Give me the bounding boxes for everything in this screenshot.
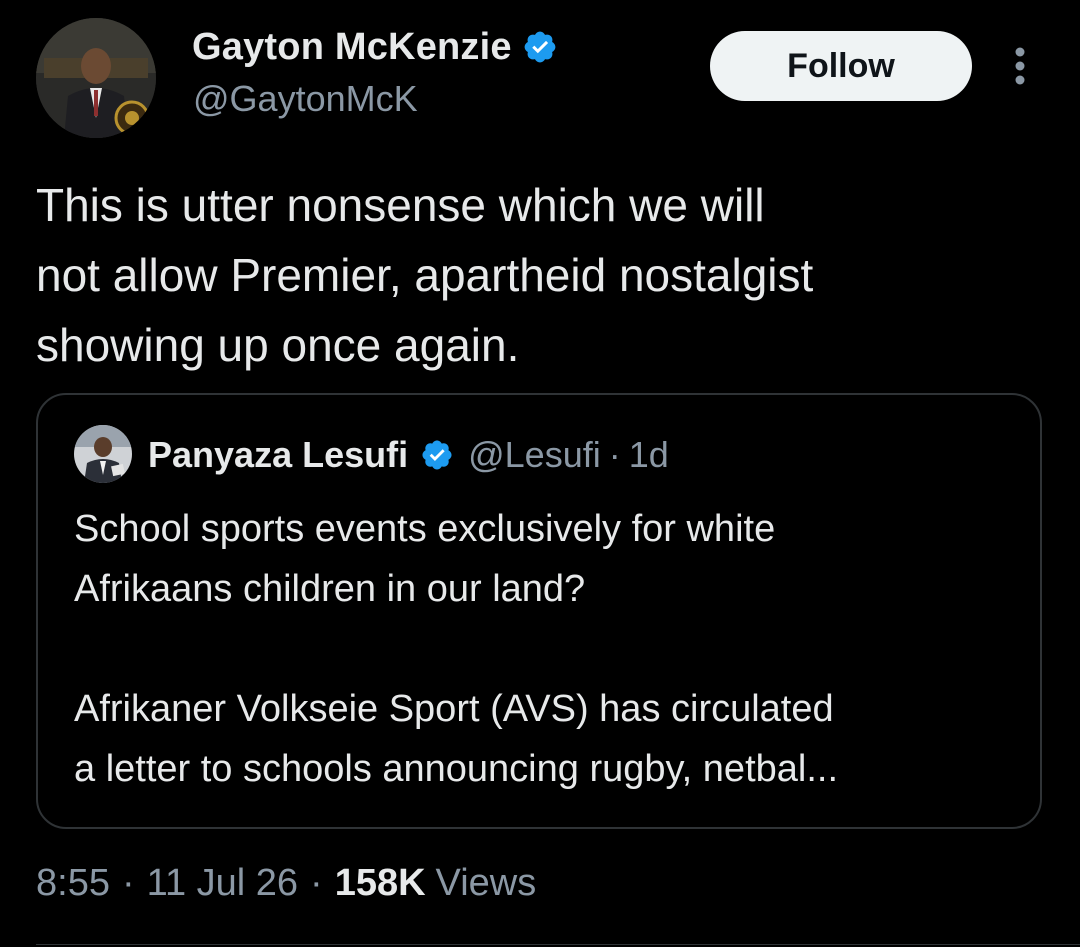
quoted-tweet-text: School sports events exclusively for whi…: [74, 499, 1024, 799]
author-avatar[interactable]: [36, 18, 156, 138]
divider: [36, 944, 1080, 945]
quoted-paragraph: School sports events exclusively for whi…: [74, 508, 776, 610]
meta-separator: ·: [121, 861, 135, 904]
verified-badge-icon[interactable]: [522, 29, 558, 65]
author-handle[interactable]: @GaytonMcK: [193, 78, 418, 120]
verified-badge-icon[interactable]: [420, 438, 454, 472]
post-time[interactable]: 8:55: [36, 862, 110, 905]
quoted-tweet-card[interactable]: Panyaza Lesufi @Lesufi · 1d School sport…: [36, 393, 1042, 829]
views-label: Views: [435, 861, 537, 904]
meta-separator: ·: [310, 861, 323, 904]
quoted-author-handle[interactable]: @Lesufi: [468, 434, 601, 476]
quoted-paragraph: Afrikaner Volkseie Sport (AVS) has circu…: [74, 688, 839, 790]
tweet-metadata: 8:55 · 11 Jul 26 · 158K Views: [36, 855, 536, 911]
author-name-row: Gayton McKenzie: [192, 22, 558, 72]
views-count: 158K: [334, 861, 426, 904]
quoted-author-name[interactable]: Panyaza Lesufi: [148, 434, 408, 476]
tweet-text: This is utter nonsense which we will not…: [36, 179, 814, 371]
quoted-timestamp[interactable]: 1d: [629, 434, 669, 476]
author-display-name[interactable]: Gayton McKenzie: [192, 26, 512, 69]
quoted-separator: ·: [608, 434, 621, 475]
profile-photo-icon: [74, 425, 132, 483]
quoted-author-avatar[interactable]: [74, 425, 132, 483]
post-date[interactable]: 11 Jul 26: [147, 862, 298, 905]
quoted-tweet-header: Panyaza Lesufi @Lesufi · 1d: [148, 431, 669, 479]
profile-photo-icon: [36, 18, 156, 138]
more-vertical-icon[interactable]: [1006, 44, 1034, 88]
follow-button[interactable]: Follow: [710, 31, 972, 101]
